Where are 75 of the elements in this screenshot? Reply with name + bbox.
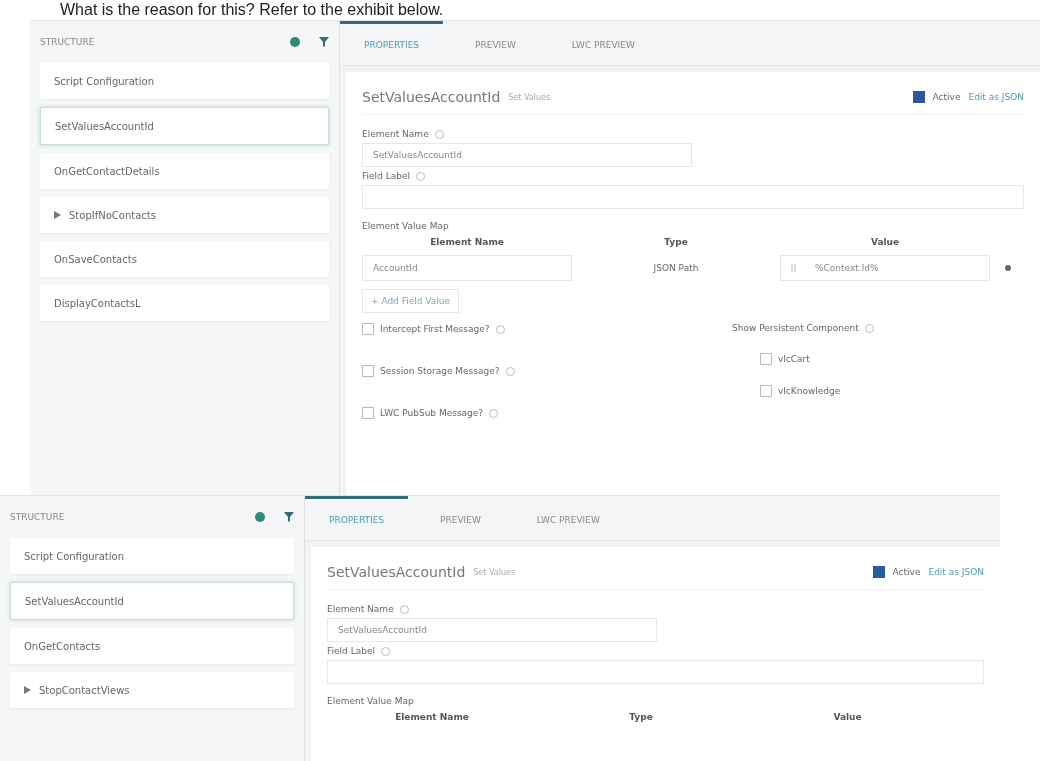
checkbox-label: LWC PubSub Message? [380, 408, 484, 418]
text-field[interactable]: SetValuesAccountId [362, 143, 692, 167]
field-label: Element Name [362, 129, 429, 139]
info-icon[interactable] [505, 366, 515, 376]
active-checkbox[interactable] [872, 566, 885, 578]
checkbox-label: vlcCart [778, 354, 810, 364]
tab[interactable]: PROPERTIES [305, 496, 409, 540]
structure-item[interactable]: Script Configuration [10, 538, 294, 574]
info-icon[interactable] [864, 323, 874, 333]
info-icon[interactable] [489, 408, 499, 418]
tab[interactable]: PROPERTIES [340, 21, 444, 65]
filter-icon[interactable] [319, 36, 329, 48]
structure-item[interactable]: OnGetContacts [10, 628, 294, 664]
field-label: Element Name [327, 604, 394, 614]
checkbox-label: Intercept First Message? [380, 324, 490, 334]
drag-icon [791, 263, 799, 273]
column-header: Type [628, 712, 654, 722]
active-label: Active [892, 567, 921, 577]
structure-item[interactable]: StopContactViews [10, 672, 294, 708]
edit-json-link[interactable]: Edit as JSON [928, 567, 984, 577]
column-header: Value [869, 237, 901, 247]
structure-item[interactable]: Script Configuration [40, 63, 329, 99]
element-name-field[interactable]: AccountId [362, 255, 572, 281]
element-title: SetValuesAccountId [362, 89, 501, 105]
active-label: Active [932, 92, 961, 102]
info-icon[interactable] [399, 604, 409, 614]
add-field-value-button[interactable]: + Add Field Value [362, 289, 460, 313]
column-header: Type [663, 237, 689, 247]
structure-heading: STRUCTURE [40, 37, 96, 47]
field-label: Field Label [362, 171, 410, 181]
checkbox-label: vlcKnowledge [778, 386, 841, 396]
checkbox[interactable] [362, 365, 374, 377]
structure-heading: STRUCTURE [10, 512, 66, 522]
delete-icon[interactable] [1004, 264, 1012, 272]
element-type: Set Values [473, 567, 516, 577]
active-checkbox[interactable] [912, 91, 925, 103]
structure-item[interactable]: StopIfNoContacts [40, 197, 329, 233]
caret-icon[interactable] [24, 686, 31, 694]
value-field[interactable]: %Context.Id% [780, 255, 990, 281]
element-type: Set Values [508, 92, 551, 102]
info-icon[interactable] [495, 324, 505, 334]
caret-icon[interactable] [54, 211, 61, 219]
checkbox-label: Session Storage Message? [380, 366, 500, 376]
value-map-heading: Element Value Map [327, 696, 415, 706]
structure-item[interactable]: SetValuesAccountId [10, 582, 294, 620]
value-map-heading: Element Value Map [362, 221, 450, 231]
column-header: Element Name [394, 712, 470, 722]
structure-item[interactable]: OnSaveContacts [40, 241, 329, 277]
structure-item[interactable]: SetValuesAccountId [40, 107, 329, 145]
text-field[interactable]: SetValuesAccountId [327, 618, 657, 642]
element-title: SetValuesAccountId [327, 564, 466, 580]
checkbox[interactable] [362, 323, 374, 335]
tab[interactable]: LWC PREVIEW [512, 496, 624, 540]
type-cell-text: JSON Path [652, 263, 700, 273]
info-icon[interactable] [415, 171, 425, 181]
dot-icon[interactable] [254, 511, 266, 523]
tab[interactable]: LWC PREVIEW [547, 21, 659, 65]
info-icon[interactable] [434, 129, 444, 139]
column-header: Value [832, 712, 863, 722]
checkbox[interactable] [362, 407, 374, 419]
tab[interactable]: PREVIEW [451, 21, 540, 65]
checkbox[interactable] [760, 385, 772, 397]
checkbox[interactable] [760, 353, 772, 365]
tab[interactable]: PREVIEW [416, 496, 505, 540]
dot-icon[interactable] [289, 36, 301, 48]
info-icon[interactable] [380, 646, 390, 656]
column-header: Element Name [429, 237, 505, 247]
structure-item[interactable]: DisplayContactsL [40, 285, 329, 321]
persistent-component-label: Show Persistent Component [732, 323, 859, 333]
field-label: Field Label [327, 646, 375, 656]
text-field[interactable] [327, 660, 984, 684]
text-field[interactable] [362, 185, 1024, 209]
structure-item[interactable]: OnGetContactDetails [40, 153, 329, 189]
filter-icon[interactable] [284, 511, 294, 523]
edit-json-link[interactable]: Edit as JSON [968, 92, 1024, 102]
